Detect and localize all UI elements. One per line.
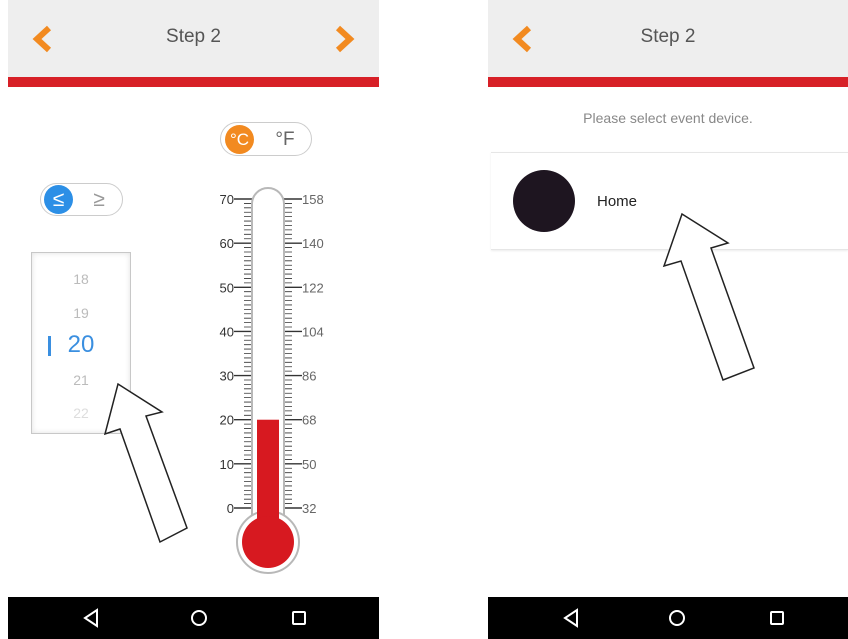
square-recents-icon[interactable]	[286, 605, 312, 631]
fahrenheit-tick-label: 158	[302, 192, 324, 207]
celsius-tick-label: 70	[220, 192, 234, 207]
fahrenheit-tick-label: 68	[302, 413, 316, 428]
celsius-tick-label: 0	[227, 501, 234, 516]
fahrenheit-tick-label: 122	[302, 280, 324, 295]
right-screen: Step 2 Please select event device. Home	[488, 0, 848, 639]
mercury-bulb	[242, 516, 294, 568]
celsius-tick-label: 30	[220, 369, 234, 384]
celsius-tick-label: 20	[220, 413, 234, 428]
fahrenheit-tick-label: 50	[302, 457, 316, 472]
system-nav-bar	[8, 597, 379, 639]
avatar	[513, 170, 575, 232]
system-nav-bar	[488, 597, 848, 639]
celsius-tick-label: 40	[220, 324, 234, 339]
pointer-arrow-icon	[662, 212, 755, 381]
triangle-back-icon[interactable]	[78, 605, 104, 631]
pointer-arrow-icon	[103, 382, 188, 544]
celsius-tick-label: 60	[220, 236, 234, 251]
page-title: Step 2	[640, 26, 696, 47]
app-header: Step 2	[488, 0, 848, 77]
triangle-back-icon[interactable]	[558, 605, 584, 631]
fahrenheit-tick-label: 86	[302, 369, 316, 384]
fahrenheit-tick-label: 140	[302, 236, 324, 251]
square-recents-icon[interactable]	[764, 605, 790, 631]
select-device-prompt: Please select event device.	[583, 110, 753, 126]
celsius-tick-label: 50	[220, 280, 234, 295]
circle-home-icon[interactable]	[186, 605, 212, 631]
celsius-tick-label: 10	[220, 457, 234, 472]
header-accent-bar	[488, 77, 848, 87]
fahrenheit-tick-label: 104	[302, 324, 324, 339]
device-name: Home	[597, 193, 638, 210]
mercury-column	[257, 419, 279, 530]
left-screen: Step 2 °C °F ≤ ≥ 18 19 20 21 22 70 60 50 40…	[8, 0, 379, 639]
circle-home-icon[interactable]	[664, 605, 690, 631]
fahrenheit-tick-label: 32	[302, 501, 316, 516]
